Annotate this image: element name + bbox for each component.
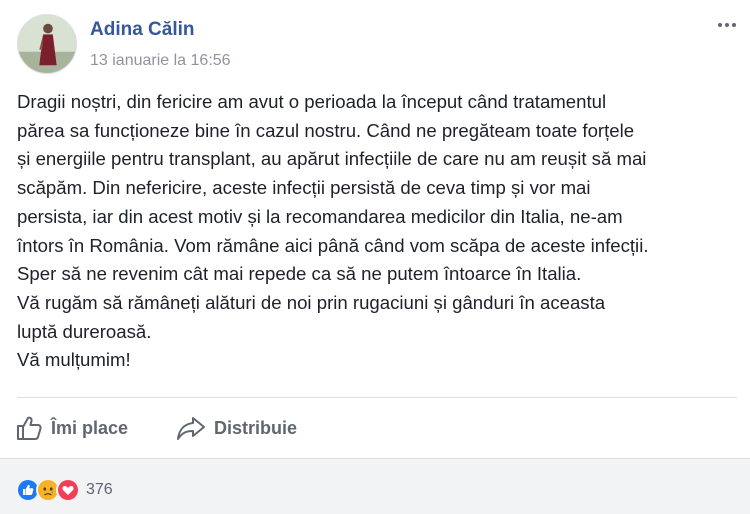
share-button[interactable]: Distribuie xyxy=(176,410,297,446)
more-dot-icon xyxy=(718,23,722,27)
reaction-count: 376 xyxy=(86,481,113,498)
post-body-line: părea sa funcționeze bine în cazul nostr… xyxy=(17,119,635,141)
like-label: Îmi place xyxy=(51,417,129,438)
author-name[interactable]: Adina Călin xyxy=(90,19,195,41)
post-body-line: Vă mulțumim! xyxy=(17,349,131,371)
more-dot-icon xyxy=(732,23,736,27)
post-body-line: Vă rugăm să rămâneți alături de noi prin… xyxy=(17,291,606,313)
post-body-line: Sper să ne revenim cât mai repede ca să … xyxy=(17,263,582,285)
share-arrow-icon xyxy=(177,417,205,440)
post-body: Dragii noștri, din fericire am avut o pe… xyxy=(17,88,743,375)
post-body-line: Dragii noștri, din fericire am avut o pe… xyxy=(17,91,607,112)
reactions-bar: 376 xyxy=(0,458,750,514)
love-reaction-icon xyxy=(56,478,80,502)
divider xyxy=(17,397,737,398)
avatar[interactable] xyxy=(17,14,77,74)
more-dot-icon xyxy=(725,23,729,27)
facebook-post: Adina Călin 13 ianuarie la 16:56 Dragii … xyxy=(0,0,750,514)
share-label: Distribuie xyxy=(214,417,298,438)
thumbs-up-icon xyxy=(17,416,42,440)
post-body-line: persista, iar din acest motiv și la reco… xyxy=(17,205,623,227)
post-timestamp[interactable]: 13 ianuarie la 16:56 xyxy=(90,52,231,70)
more-options-button[interactable] xyxy=(714,12,740,38)
post-body-line: luptă dureroasă. xyxy=(17,320,152,342)
post-body-line: și energiile pentru transplant, au apăru… xyxy=(17,148,647,170)
like-button[interactable]: Îmi place xyxy=(15,410,128,446)
post-body-line: scăpăm. Din nefericire, aceste infecții … xyxy=(17,177,591,199)
post-body-line: întors în România. Vom rămâne aici până … xyxy=(17,234,649,256)
avatar-photo-icon xyxy=(18,15,76,73)
reactions-summary[interactable]: 376 xyxy=(16,478,113,502)
